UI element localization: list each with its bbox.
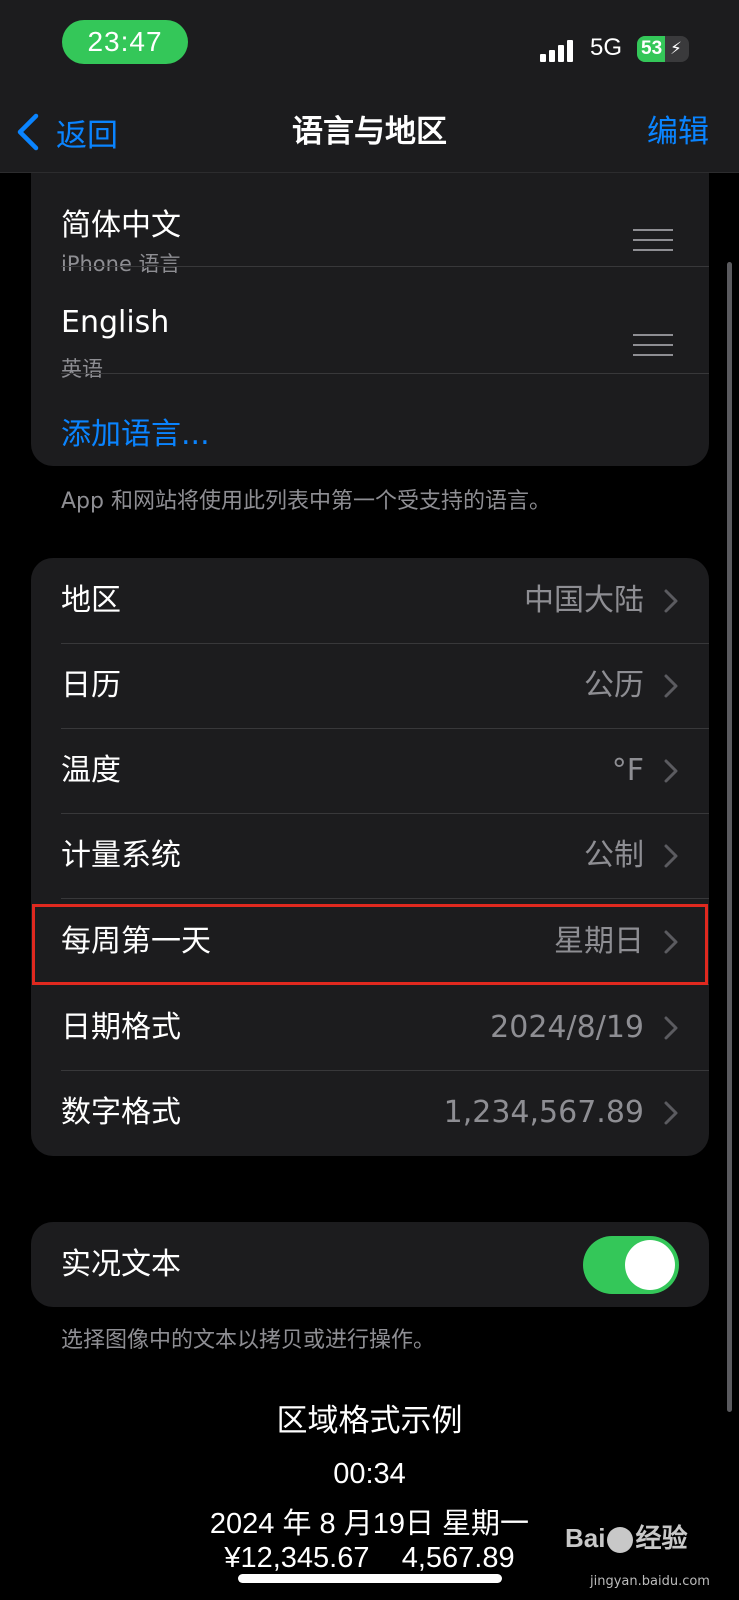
- settings-row-temperature[interactable]: 温度 °F: [31, 728, 709, 813]
- scrollbar[interactable]: [727, 262, 732, 1412]
- row-label: 日期格式: [61, 1010, 181, 1045]
- status-time[interactable]: 23:47: [62, 20, 188, 64]
- battery-percent: 53: [641, 38, 663, 59]
- settings-row-region[interactable]: 地区 中国大陆: [31, 558, 709, 643]
- network-type: 5G: [590, 34, 623, 61]
- row-value: °F: [611, 753, 644, 788]
- language-item[interactable]: English 英语: [61, 267, 709, 381]
- cellular-signal-icon: [540, 38, 580, 62]
- row-label: 日历: [61, 668, 121, 703]
- page-title: 语言与地区: [292, 114, 447, 150]
- highlight-box: [32, 904, 708, 985]
- language-list: 简体中文 iPhone 语言 English 英语 添加语言...: [31, 140, 709, 466]
- battery-icon: 53 ⚡: [637, 36, 689, 62]
- row-label: 实况文本: [61, 1247, 181, 1282]
- format-example-title: 区域格式示例: [276, 1403, 463, 1439]
- settings-row-date-format[interactable]: 日期格式 2024/8/19: [31, 985, 709, 1070]
- row-label: 数字格式: [61, 1095, 181, 1130]
- watermark-url: jingyan.baidu.com: [590, 1574, 710, 1589]
- language-name: English: [61, 305, 170, 340]
- toggle-knob: [625, 1240, 675, 1290]
- navigation-bar: 返回 语言与地区 编辑: [0, 92, 739, 173]
- live-text-footnote: 选择图像中的文本以拷贝或进行操作。: [61, 1328, 436, 1353]
- language-name: 简体中文: [61, 208, 181, 243]
- chevron-right-icon: [664, 589, 678, 613]
- row-value: 公制: [584, 838, 644, 873]
- live-text-group: 实况文本: [31, 1222, 709, 1307]
- row-label: 计量系统: [61, 838, 181, 873]
- watermark-text-left: Bai: [565, 1523, 606, 1553]
- settings-row-number-format[interactable]: 数字格式 1,234,567.89: [31, 1070, 709, 1155]
- example-time: 00:34: [333, 1458, 406, 1490]
- edit-button[interactable]: 编辑: [647, 108, 709, 156]
- language-item[interactable]: 简体中文 iPhone 语言: [61, 162, 709, 276]
- chevron-right-icon: [664, 1016, 678, 1040]
- reorder-handle-icon[interactable]: [633, 229, 673, 251]
- row-value: 1,234,567.89: [443, 1095, 644, 1130]
- row-label: 温度: [61, 753, 121, 788]
- settings-row-live-text: 实况文本: [31, 1222, 709, 1307]
- paw-icon: [607, 1527, 634, 1554]
- row-value: 公历: [584, 668, 644, 703]
- status-bar: 23:47 5G 53 ⚡: [0, 0, 739, 92]
- row-label: 地区: [61, 583, 121, 618]
- reorder-handle-icon[interactable]: [633, 334, 673, 356]
- language-footnote: App 和网站将使用此列表中第一个受支持的语言。: [61, 489, 551, 514]
- home-indicator[interactable]: [238, 1574, 502, 1583]
- settings-row-calendar[interactable]: 日历 公历: [31, 643, 709, 728]
- chevron-right-icon: [664, 1101, 678, 1125]
- settings-row-measurement-system[interactable]: 计量系统 公制: [31, 813, 709, 898]
- language-subtitle: 英语: [61, 357, 103, 381]
- add-language-button[interactable]: 添加语言...: [61, 405, 210, 465]
- live-text-toggle[interactable]: [583, 1236, 679, 1294]
- chevron-right-icon: [664, 759, 678, 783]
- row-value: 中国大陆: [524, 583, 644, 618]
- chevron-right-icon: [664, 674, 678, 698]
- baidu-logo: Bai 经验: [565, 1518, 687, 1555]
- watermark-text-right: 经验: [635, 1523, 688, 1553]
- chevron-right-icon: [664, 844, 678, 868]
- charging-bolt-icon: ⚡: [670, 39, 682, 59]
- divider: [61, 373, 709, 374]
- row-value: 2024/8/19: [490, 1010, 644, 1045]
- region-settings-list: 地区 中国大陆 日历 公历 温度 °F 计量系统 公制 每周第一天 星期日 日期…: [31, 558, 709, 1156]
